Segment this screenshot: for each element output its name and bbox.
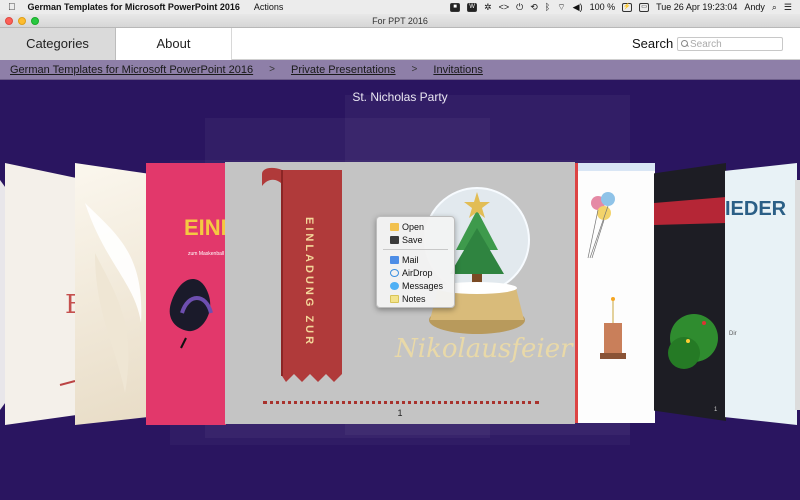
breadcrumb-separator: > (411, 64, 418, 75)
clock[interactable]: Tue 26 Apr 19:23:04 (656, 2, 737, 12)
card-thumbnail: 1 (654, 197, 726, 413)
search-input[interactable] (690, 38, 780, 50)
card-heading: IEDER (725, 198, 787, 220)
battery-percent: 100 % (589, 2, 616, 12)
folder-icon (390, 222, 399, 231)
code-icon[interactable]: <> (499, 2, 510, 12)
minimize-button[interactable] (18, 17, 26, 25)
search-label: Search (632, 36, 674, 51)
menu-separator (383, 249, 448, 250)
card-thumbnail (578, 163, 655, 359)
power-icon[interactable]: ⏻ (516, 2, 523, 12)
menu-item-label: Notes (402, 293, 426, 304)
app-name-menu[interactable]: German Templates for Microsoft PowerPoin… (28, 2, 240, 12)
menu-item-label: Mail (402, 254, 419, 265)
menu-item-messages[interactable]: Messages (377, 279, 454, 292)
status-area: ■ W ✲ <> ⏻ ⟲ ᛒ ⌔ ◀) 100 % ⚡ ▭ Tue 26 Apr… (450, 2, 792, 12)
menu-item-label: Messages (402, 280, 444, 291)
template-card[interactable] (795, 180, 800, 410)
zoom-button[interactable] (31, 17, 39, 25)
card-heading: EINLA (184, 215, 226, 240)
window-title: For PPT 2016 (372, 16, 428, 26)
menu-item-label: Open (402, 221, 425, 232)
card-page-number: 1 (714, 407, 718, 413)
slide-ribbon-text: EINLADUNG ZUR (303, 216, 315, 348)
card-subtext: zum Maskenball (188, 251, 224, 257)
window-controls (5, 17, 39, 25)
card-thumbnail: E (59, 290, 80, 386)
battery-icon[interactable]: ⚡ (622, 2, 633, 12)
menu-bar:  German Templates for Microsoft PowerPo… (0, 0, 800, 14)
close-button[interactable] (5, 17, 13, 25)
breadcrumb-item-root[interactable]: German Templates for Microsoft PowerPoin… (10, 64, 253, 76)
volume-icon[interactable]: ◀) (573, 2, 583, 12)
user-menu[interactable]: Andy (744, 2, 765, 12)
save-icon (390, 235, 399, 244)
template-card[interactable] (575, 163, 655, 423)
tab-about[interactable]: About (116, 28, 232, 60)
card-thumbnail: EINLA zum Maskenball (169, 215, 226, 349)
menu-item-open[interactable]: Open (377, 220, 454, 233)
breadcrumb: German Templates for Microsoft PowerPoin… (0, 60, 800, 80)
menu-item-mail[interactable]: Mail (377, 253, 454, 266)
search-field[interactable] (677, 37, 783, 51)
wd-icon[interactable]: W (467, 2, 478, 12)
context-menu: Open Save Mail AirDrop Messages Notes (376, 216, 455, 308)
breadcrumb-separator: > (269, 64, 275, 75)
breadcrumb-item-invitations[interactable]: Invitations (433, 64, 483, 76)
template-card[interactable]: IEDER Dir (725, 163, 797, 425)
card-thumbnail: IEDER Dir (725, 198, 787, 337)
display-icon[interactable]: ▭ (639, 2, 650, 12)
tab-categories[interactable]: Categories (0, 28, 116, 60)
template-card[interactable]: 1 (654, 163, 726, 421)
bluetooth-icon[interactable]: ᛒ (545, 2, 550, 12)
apple-icon[interactable]:  (8, 2, 16, 13)
toolbar: Categories About Search (0, 28, 800, 60)
window-titlebar: For PPT 2016 (0, 14, 800, 28)
card-thumbnail (85, 203, 142, 393)
notes-icon (390, 294, 399, 303)
mail-icon (390, 255, 399, 264)
menu-item-label: AirDrop (402, 267, 433, 278)
gear-status-icon[interactable]: ✲ (484, 2, 492, 12)
app-status-icon[interactable]: ■ (450, 2, 461, 12)
template-card[interactable]: EINLA zum Maskenball (146, 163, 226, 425)
notification-center-icon[interactable]: ☰ (784, 2, 792, 12)
messages-icon (390, 281, 399, 290)
dotted-divider (263, 401, 539, 404)
time-machine-icon[interactable]: ⟲ (530, 2, 538, 12)
breadcrumb-item-private[interactable]: Private Presentations (291, 64, 396, 76)
template-card[interactable]: E (5, 163, 80, 425)
menu-item-save[interactable]: Save (377, 233, 454, 246)
slide-script-title: Nikolausfeier (395, 334, 573, 364)
page-number: 1 (397, 408, 403, 418)
actions-menu[interactable]: Actions (254, 2, 284, 12)
spotlight-icon[interactable]: ⌕ (772, 2, 777, 12)
document-title: St. Nicholas Party (352, 90, 448, 104)
menu-item-label: Save (402, 234, 423, 245)
template-card[interactable] (75, 163, 147, 425)
wifi-icon[interactable]: ⌔ (557, 2, 565, 12)
menu-item-notes[interactable]: Notes (377, 292, 454, 305)
menu-item-airdrop[interactable]: AirDrop (377, 266, 454, 279)
search-icon (680, 39, 690, 49)
airdrop-icon (390, 268, 399, 277)
card-subtext: Dir (729, 331, 737, 337)
